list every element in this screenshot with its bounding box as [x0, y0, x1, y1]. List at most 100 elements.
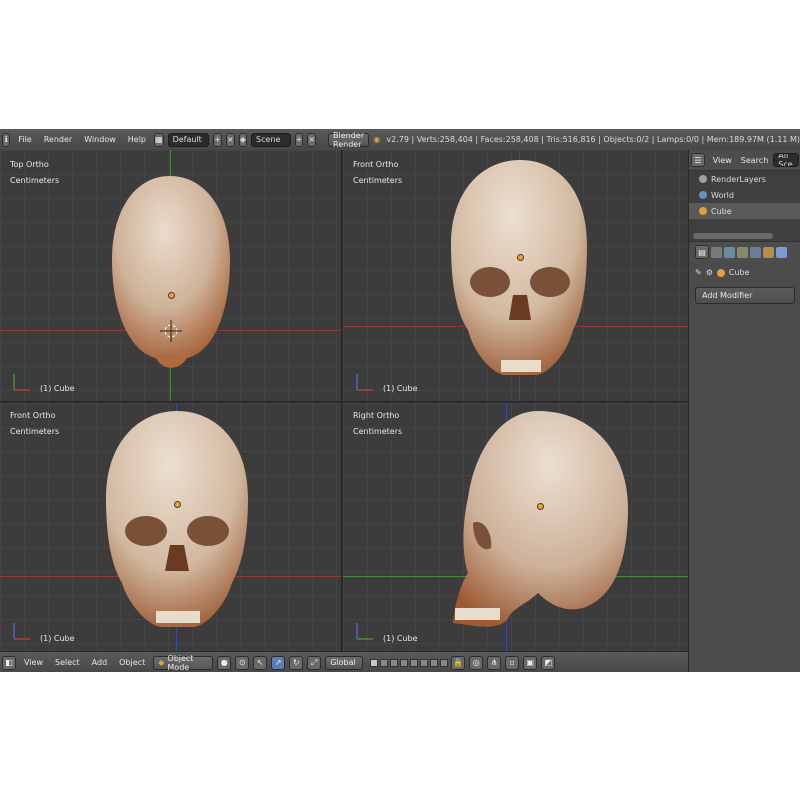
- outliner-tree: RenderLayers World Cube: [689, 171, 800, 241]
- wrench-icon: ⚙: [705, 268, 713, 277]
- layer-button[interactable]: [440, 658, 449, 667]
- mesh-object-icon: [716, 268, 725, 277]
- properties-editor-icon[interactable]: ▤: [695, 245, 709, 259]
- remove-layout-icon[interactable]: ×: [225, 132, 235, 147]
- renderlayers-icon: [699, 175, 707, 183]
- 3d-view-header: ◧ View Select Add Object ◆ Object Mode ●…: [0, 651, 688, 672]
- axis-gizmo-icon: [356, 374, 373, 391]
- layer-button[interactable]: [430, 658, 439, 667]
- scene-icon[interactable]: ◈: [238, 132, 248, 147]
- viewport-split-horizontal[interactable]: [0, 401, 688, 403]
- add-layout-icon[interactable]: +: [213, 132, 222, 147]
- properties-context: ✎ ⚙ Cube: [695, 268, 795, 277]
- viewport-top-ortho[interactable]: Top Ortho Centimeters (1) Cube: [0, 150, 341, 401]
- outliner-search-menu[interactable]: Search: [738, 156, 771, 165]
- right-panel: ☰ View Search All Sce RenderLayers World…: [688, 150, 800, 672]
- menu-render[interactable]: Render: [38, 135, 78, 144]
- world-icon: [699, 191, 707, 199]
- world-tab-icon[interactable]: [750, 246, 761, 258]
- editor-type-icon[interactable]: ℹ: [2, 132, 11, 147]
- tree-item-world[interactable]: World: [689, 187, 800, 203]
- add-scene-icon[interactable]: +: [294, 132, 304, 147]
- layer-button[interactable]: [390, 658, 399, 667]
- axis-gizmo-icon: [13, 374, 30, 391]
- skull-top-view: [112, 176, 230, 368]
- layers-tab-icon[interactable]: [724, 246, 735, 258]
- orientation-label: Global: [330, 658, 356, 667]
- viewport-active-object: (1) Cube: [40, 384, 75, 393]
- scene-tab-icon[interactable]: [737, 246, 748, 258]
- render-engine-dropdown[interactable]: Blender Render: [328, 130, 370, 149]
- screen-layout-icon[interactable]: ▦: [154, 132, 164, 147]
- lock-layers-icon[interactable]: 🔒: [451, 655, 466, 670]
- translate-icon[interactable]: ↗: [271, 655, 286, 670]
- transform-orientation-dropdown[interactable]: Global: [325, 655, 364, 670]
- manipulator-toggle-icon[interactable]: ↖: [253, 655, 268, 670]
- camera-icon[interactable]: ◩: [541, 655, 556, 670]
- skull-side-view: [453, 411, 628, 627]
- layer-button[interactable]: [400, 658, 409, 667]
- remove-scene-icon[interactable]: ×: [307, 132, 317, 147]
- render-preview-icon[interactable]: ▣: [523, 655, 538, 670]
- layer-button[interactable]: [380, 658, 389, 667]
- outliner-filter-field[interactable]: All Sce: [773, 153, 799, 167]
- scene-field[interactable]: Scene: [251, 132, 291, 147]
- object-origin-dot[interactable]: [174, 501, 181, 508]
- mode-label: Object Mode: [167, 653, 194, 672]
- tree-item-label: Cube: [711, 206, 732, 216]
- object-origin-dot[interactable]: [517, 254, 524, 261]
- menu-object[interactable]: Object: [113, 658, 151, 667]
- info-header: ℹ File Render Window Help ▦ Default + × …: [0, 129, 800, 151]
- outliner-scrollbar[interactable]: [693, 233, 773, 239]
- viewport-front-ortho-lower[interactable]: Front Ortho Centimeters (1) Cube: [0, 403, 341, 651]
- viewport-active-object: (1) Cube: [40, 634, 75, 643]
- menu-help[interactable]: Help: [122, 135, 152, 144]
- menu-window[interactable]: Window: [78, 135, 122, 144]
- properties-object-name: Cube: [728, 268, 750, 277]
- menu-file[interactable]: File: [12, 135, 37, 144]
- object-tab-icon[interactable]: [763, 246, 774, 258]
- rotate-icon[interactable]: ↻: [289, 655, 304, 670]
- tree-item-label: RenderLayers: [711, 174, 766, 184]
- axis-gizmo-icon: [13, 623, 30, 640]
- pivot-point-icon[interactable]: ⊙: [235, 655, 250, 670]
- tree-item-cube[interactable]: Cube: [689, 203, 800, 219]
- object-mode-icon: ◆: [158, 658, 165, 667]
- menu-add[interactable]: Add: [86, 658, 114, 667]
- mode-dropdown[interactable]: ◆ Object Mode: [153, 653, 214, 672]
- menu-view[interactable]: View: [18, 658, 49, 667]
- snap-icon[interactable]: ⋔: [487, 655, 502, 670]
- modifiers-tab-icon[interactable]: [776, 246, 787, 258]
- menu-select[interactable]: Select: [49, 658, 86, 667]
- 3d-cursor-icon[interactable]: [160, 320, 182, 342]
- properties-body: ✎ ⚙ Cube Add Modifier: [689, 262, 800, 310]
- axis-gizmo-icon: [356, 623, 373, 640]
- layer-buttons[interactable]: [369, 658, 449, 667]
- layer-button[interactable]: [420, 658, 429, 667]
- object-origin-dot[interactable]: [168, 292, 175, 299]
- tree-item-renderlayers[interactable]: RenderLayers: [689, 171, 800, 187]
- pin-icon[interactable]: ✎: [695, 268, 702, 277]
- viewport-active-object: (1) Cube: [383, 634, 418, 643]
- render-tab-icon[interactable]: [711, 246, 722, 258]
- render-engine-label: Blender Render: [333, 130, 365, 149]
- scene-stats: v2.79 | Verts:258,404 | Faces:258,408 | …: [386, 135, 800, 144]
- outliner-editor-icon[interactable]: ☰: [691, 153, 705, 167]
- outliner-header: ☰ View Search All Sce: [689, 150, 800, 171]
- tree-item-label: World: [711, 190, 734, 200]
- scale-icon[interactable]: ⤢: [307, 655, 322, 670]
- proportional-edit-icon[interactable]: ◎: [469, 655, 484, 670]
- editor-type-icon[interactable]: ◧: [2, 655, 16, 670]
- viewport-shading-icon[interactable]: ●: [217, 655, 232, 670]
- add-modifier-dropdown[interactable]: Add Modifier: [695, 287, 795, 304]
- layer-button[interactable]: [410, 658, 419, 667]
- screen-layout-field[interactable]: Default: [167, 132, 210, 147]
- layer-button[interactable]: [370, 658, 379, 667]
- viewport-front-ortho-upper[interactable]: Front Ortho Centimeters (1) Cube: [343, 150, 688, 401]
- object-origin-dot[interactable]: [537, 503, 544, 510]
- skull-front-view-lower: [106, 411, 248, 627]
- properties-header: ▤: [689, 241, 800, 262]
- viewport-right-ortho[interactable]: Right Ortho Centimeters (1) Cube: [343, 403, 688, 651]
- snap-element-icon[interactable]: ▫: [505, 655, 520, 670]
- outliner-view-menu[interactable]: View: [707, 156, 738, 165]
